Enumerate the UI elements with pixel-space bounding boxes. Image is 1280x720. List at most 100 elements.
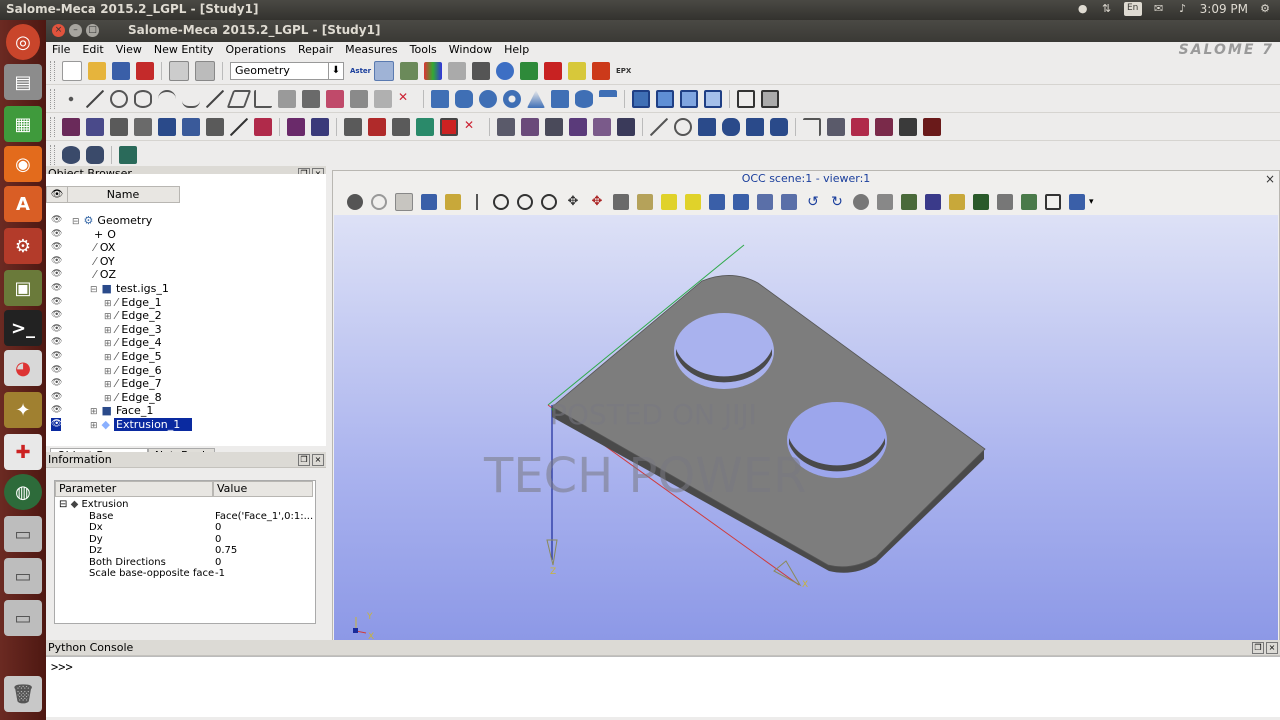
python-console-input[interactable]: >>> [46,656,1280,717]
info-root-row[interactable]: ⊟ ◆ Extrusion [59,499,129,510]
float-panel-icon[interactable]: ❐ [1252,642,1264,654]
parameter-column-header[interactable]: Parameter [55,481,213,497]
info-parameter[interactable]: Base [89,511,113,522]
right-view-icon[interactable] [781,194,797,210]
shape-process-icon[interactable] [392,118,410,136]
bottom-view-icon[interactable] [733,194,749,210]
ray-tracing-icon[interactable] [1021,194,1037,210]
name-column-header[interactable]: Name [67,187,179,202]
visibility-eye-icon[interactable]: 👁 [51,364,62,377]
top-view-icon[interactable] [709,194,725,210]
paravis-module-icon[interactable] [496,62,514,80]
visibility-eye-icon[interactable]: 👁 [51,323,62,336]
graph-module-icon[interactable] [520,62,538,80]
clipping-icon[interactable] [901,194,917,210]
fit-all-icon[interactable] [493,194,509,210]
info-parameter[interactable]: Scale base-opposite face [89,568,214,579]
build-edge-icon[interactable] [62,118,80,136]
ubuntu-dash-icon[interactable]: ◎ [6,24,40,60]
keyboard-language-indicator[interactable]: En [1123,2,1142,16]
rotation-point-icon[interactable] [637,194,653,210]
expand-icon[interactable]: ⊞ [104,367,112,377]
scale-icon[interactable] [593,118,611,136]
tree-item[interactable]: ⊞ ⁄ Edge_5 [104,350,162,363]
software-center-icon[interactable]: A [4,186,42,222]
tree-item[interactable]: ⊞ ⁄ Edge_4 [104,336,162,349]
mirror-icon[interactable] [569,118,587,136]
tree-item[interactable]: ⊟ ■ test.igs_1 [90,282,169,295]
cylinder-geometry-icon[interactable] [86,146,104,164]
visibility-column-icon[interactable]: 👁 [47,187,68,202]
dump-view-icon[interactable] [347,194,363,210]
fillet-1d-icon[interactable] [770,118,788,136]
t-shape-icon[interactable] [599,90,617,108]
smooth-surface-icon[interactable] [119,146,137,164]
globe-app-icon[interactable]: ◍ [4,474,42,510]
salome-icon[interactable]: ✦ [4,392,42,428]
expand-icon[interactable]: ⊞ [90,421,98,431]
clock[interactable]: 3:09 PM [1200,2,1248,16]
tree-item[interactable]: ⊞ ⁄ Edge_8 [104,391,162,404]
partition-icon[interactable] [344,118,362,136]
vector-icon[interactable] [206,90,224,108]
arc-icon[interactable] [158,90,176,108]
close-panel-icon[interactable]: × [312,454,324,466]
extend-edge-icon[interactable] [803,118,821,136]
polygon-selection-icon[interactable] [445,194,461,210]
section-icon[interactable] [704,90,722,108]
terminal-icon[interactable]: >_ [4,310,42,346]
eficas-module-icon[interactable] [472,62,490,80]
tree-item[interactable]: ⊟ ⚙ Geometry [72,214,152,227]
fit-area-icon[interactable] [517,194,533,210]
menu-edit[interactable]: Edit [76,42,109,58]
postpro-module-icon[interactable] [424,62,442,80]
image-icon[interactable] [737,90,755,108]
build-shell-icon[interactable] [134,118,152,136]
disk-icon[interactable] [575,90,593,108]
local-selection-icon[interactable] [395,193,413,211]
extrusion-icon[interactable] [206,118,224,136]
ambient-icon[interactable] [973,194,989,210]
translation-icon[interactable] [497,118,515,136]
float-panel-icon[interactable]: ❐ [298,454,310,466]
rotate-counterclockwise-icon[interactable]: ↺ [805,194,821,210]
environment-texture-icon[interactable] [1045,194,1061,210]
chrome-icon[interactable]: ◕ [4,350,42,386]
menu-file[interactable]: File [46,42,76,58]
visibility-eye-icon[interactable]: 👁 [51,404,62,417]
tree-item[interactable]: + O [90,228,116,241]
offset-icon[interactable] [617,118,635,136]
chevron-down-icon[interactable]: ⬇ [328,63,343,79]
visibility-eye-icon[interactable]: 👁 [51,268,62,281]
paste-icon[interactable] [195,61,215,81]
lcs-icon[interactable] [278,90,296,108]
tree-item[interactable]: ⁄ OZ [90,268,116,281]
toolbar-grip[interactable] [50,61,55,81]
value-column-header[interactable]: Value [213,481,313,497]
picture-import-icon[interactable] [761,90,779,108]
close-contour-icon[interactable] [923,118,941,136]
info-value[interactable]: 0.75 [215,545,237,556]
tree-item[interactable]: ⁄ OY [90,255,115,268]
working-plane-icon[interactable] [350,90,368,108]
rotation-icon[interactable] [521,118,539,136]
left-view-icon[interactable] [757,194,773,210]
expand-icon[interactable]: ⊞ [104,326,112,336]
pan-icon[interactable]: ✥ [565,194,581,210]
common-icon[interactable] [656,90,674,108]
global-pan-icon[interactable]: ✥ [589,194,605,210]
revolution-icon[interactable] [230,118,248,136]
isoline-icon[interactable] [374,90,392,108]
visibility-eye-icon[interactable]: 👁 [51,241,62,254]
line-icon[interactable] [86,90,104,108]
menu-new-entity[interactable]: New Entity [148,42,220,58]
epx-module-icon[interactable]: EPX [616,62,634,80]
point-icon[interactable] [62,90,80,108]
menu-measures[interactable]: Measures [339,42,403,58]
ellipse-icon[interactable] [134,90,152,108]
plane-icon[interactable] [226,90,252,108]
close-study-icon[interactable] [136,62,154,80]
scaling-icon[interactable] [925,194,941,210]
multi-rotation-icon[interactable] [698,118,716,136]
sewing-icon[interactable] [875,118,893,136]
